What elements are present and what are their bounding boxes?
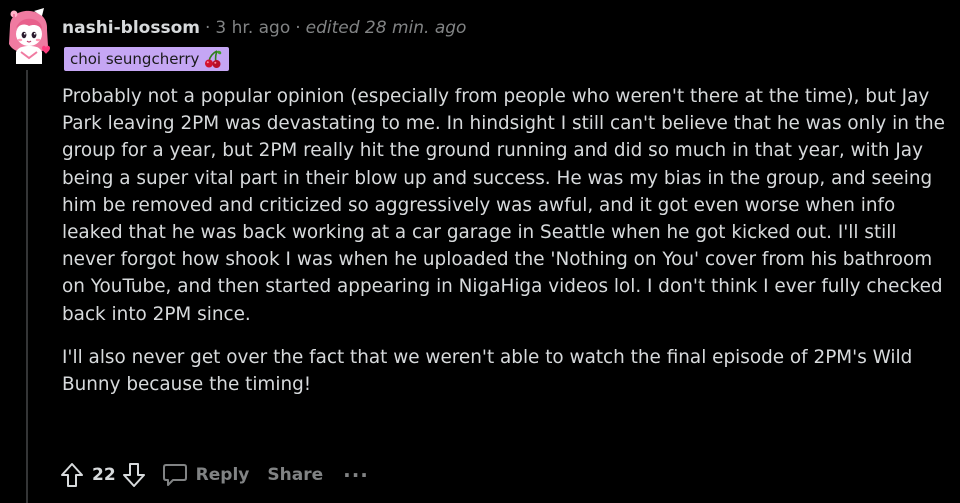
comment-paragraph: Probably not a popular opinion (especial… xyxy=(62,86,945,325)
upvote-button[interactable] xyxy=(60,462,84,488)
score-count: 22 xyxy=(92,465,116,485)
meta-separator: · xyxy=(295,18,301,38)
username-link[interactable]: nashi-blossom xyxy=(62,18,200,38)
share-button[interactable]: Share xyxy=(267,465,323,485)
avatar[interactable] xyxy=(4,8,52,64)
comment-paragraph: I'll also never get over the fact that w… xyxy=(62,346,913,396)
reply-button[interactable]: Reply xyxy=(162,463,250,487)
thread-line[interactable] xyxy=(26,70,28,503)
more-options-button[interactable]: ··· xyxy=(343,463,369,487)
more-icon: ··· xyxy=(343,463,369,487)
edited-label: edited 28 min. ago xyxy=(305,18,467,38)
comment-actions: 22 Reply Share ··· xyxy=(60,458,369,492)
flair-text: choi seungcherry xyxy=(70,50,200,68)
share-label: Share xyxy=(267,465,324,485)
arrow-up-icon xyxy=(61,463,83,487)
meta-separator: · xyxy=(204,18,211,38)
cherry-icon xyxy=(205,50,222,68)
arrow-down-icon xyxy=(122,463,145,487)
downvote-button[interactable] xyxy=(122,462,146,488)
timestamp-link[interactable]: 3 hr. ago xyxy=(215,18,290,38)
comment-meta: nashi-blossom · 3 hr. ago · edited 28 min. a… xyxy=(62,16,466,40)
reply-label: Reply xyxy=(195,465,250,485)
user-flair: choi seungcherry xyxy=(64,47,230,71)
comment-body: Probably not a popular opinion (especial… xyxy=(62,83,952,398)
speech-bubble-icon xyxy=(162,464,187,486)
